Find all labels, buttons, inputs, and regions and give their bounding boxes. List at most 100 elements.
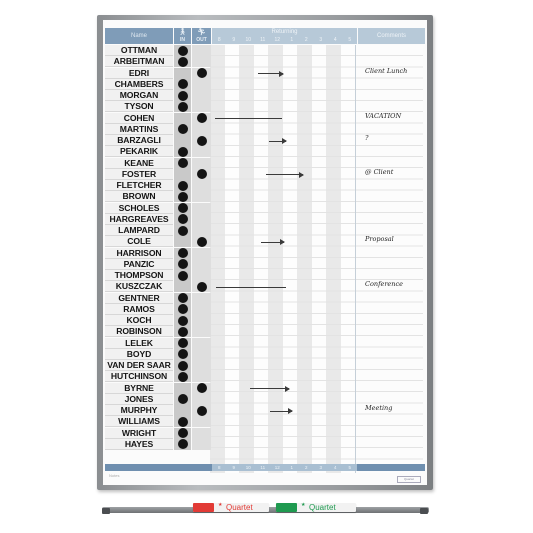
out-slot[interactable] [192,427,211,439]
name-card[interactable]: COLE [105,236,173,248]
in-slot[interactable] [174,405,191,416]
name-card[interactable]: PEKARIK [105,146,173,158]
status-magnet[interactable] [177,416,188,427]
status-magnet[interactable] [177,338,188,348]
status-magnet[interactable] [177,293,188,303]
status-magnet[interactable] [177,45,188,56]
out-slot[interactable] [192,247,211,259]
out-slot[interactable] [192,56,211,68]
in-slot[interactable] [174,191,191,203]
out-slot[interactable] [192,292,211,304]
in-slot[interactable] [174,45,191,56]
status-magnet[interactable] [177,371,188,382]
status-magnet[interactable] [177,158,188,168]
in-slot[interactable] [174,213,191,225]
name-card[interactable]: HUTCHINSON [105,371,173,383]
name-card[interactable]: COHEN [105,112,173,124]
out-slot[interactable] [192,371,211,383]
status-magnet[interactable] [196,236,207,247]
in-slot[interactable] [174,78,191,90]
out-slot[interactable] [192,360,211,371]
in-slot[interactable] [174,393,191,405]
status-magnet[interactable] [177,326,188,337]
in-slot[interactable] [174,258,191,270]
name-card[interactable]: PANZIC [105,258,173,270]
red-marker[interactable]: ★ Quartet [193,502,269,512]
status-magnet[interactable] [177,428,188,438]
in-slot[interactable] [174,337,191,349]
in-slot[interactable] [174,247,191,259]
in-slot[interactable] [174,112,191,124]
out-slot[interactable] [192,438,211,450]
in-slot[interactable] [174,202,191,214]
name-card[interactable]: WRIGHT [105,427,173,439]
in-slot[interactable] [174,123,191,135]
out-slot[interactable] [192,135,211,146]
status-magnet[interactable] [177,191,188,202]
status-magnet[interactable] [177,394,188,405]
status-magnet[interactable] [196,68,207,78]
status-magnet[interactable] [177,203,188,213]
out-slot[interactable] [192,191,211,203]
out-slot[interactable] [192,146,211,158]
in-slot[interactable] [174,180,191,191]
out-slot[interactable] [192,213,211,225]
name-card[interactable]: GENTNER [105,292,173,304]
status-magnet[interactable] [177,146,188,157]
out-slot[interactable] [192,270,211,281]
out-slot[interactable] [192,405,211,416]
status-magnet[interactable] [177,248,188,258]
in-slot[interactable] [174,67,191,79]
in-slot[interactable] [174,135,191,146]
name-card[interactable]: HAYES [105,438,173,450]
out-slot[interactable] [192,416,211,428]
in-slot[interactable] [174,382,191,394]
in-slot[interactable] [174,157,191,169]
name-card[interactable]: EDRI [105,67,173,79]
out-slot[interactable] [192,157,211,169]
name-card[interactable]: ARBEITMAN [105,56,173,68]
status-magnet[interactable] [177,315,188,326]
name-card[interactable]: BOYD [105,348,173,360]
name-card[interactable]: LAMPARD [105,225,173,236]
out-slot[interactable] [192,168,211,180]
status-magnet[interactable] [177,439,188,450]
in-slot[interactable] [174,371,191,383]
name-card[interactable]: LELEK [105,337,173,349]
status-magnet[interactable] [177,270,188,281]
name-card[interactable]: MURPHY [105,405,173,416]
name-card[interactable]: BYRNE [105,382,173,394]
out-slot[interactable] [192,90,211,101]
in-slot[interactable] [174,101,191,113]
status-magnet[interactable] [196,405,207,416]
status-magnet[interactable] [196,281,207,292]
in-slot[interactable] [174,348,191,360]
in-slot[interactable] [174,326,191,338]
status-magnet[interactable] [177,180,188,191]
name-card[interactable]: JONES [105,393,173,405]
out-slot[interactable] [192,112,211,124]
name-card[interactable]: VAN DER SAAR [105,360,173,371]
in-slot[interactable] [174,438,191,450]
out-slot[interactable] [192,180,211,191]
name-card[interactable]: SCHOLES [105,202,173,214]
name-card[interactable]: WILLIAMS [105,416,173,428]
out-slot[interactable] [192,382,211,394]
name-card[interactable]: OTTMAN [105,45,173,56]
in-slot[interactable] [174,225,191,236]
name-card[interactable]: BROWN [105,191,173,203]
status-magnet[interactable] [177,304,188,315]
name-card[interactable]: FOSTER [105,168,173,180]
out-slot[interactable] [192,78,211,90]
out-slot[interactable] [192,123,211,135]
out-slot[interactable] [192,326,211,338]
out-slot[interactable] [192,101,211,113]
in-slot[interactable] [174,281,191,293]
in-slot[interactable] [174,360,191,371]
name-card[interactable]: HARRISON [105,247,173,259]
in-slot[interactable] [174,292,191,304]
status-magnet[interactable] [177,360,188,371]
status-magnet[interactable] [177,56,188,67]
out-slot[interactable] [192,315,211,326]
name-card[interactable]: CHAMBERS [105,78,173,90]
